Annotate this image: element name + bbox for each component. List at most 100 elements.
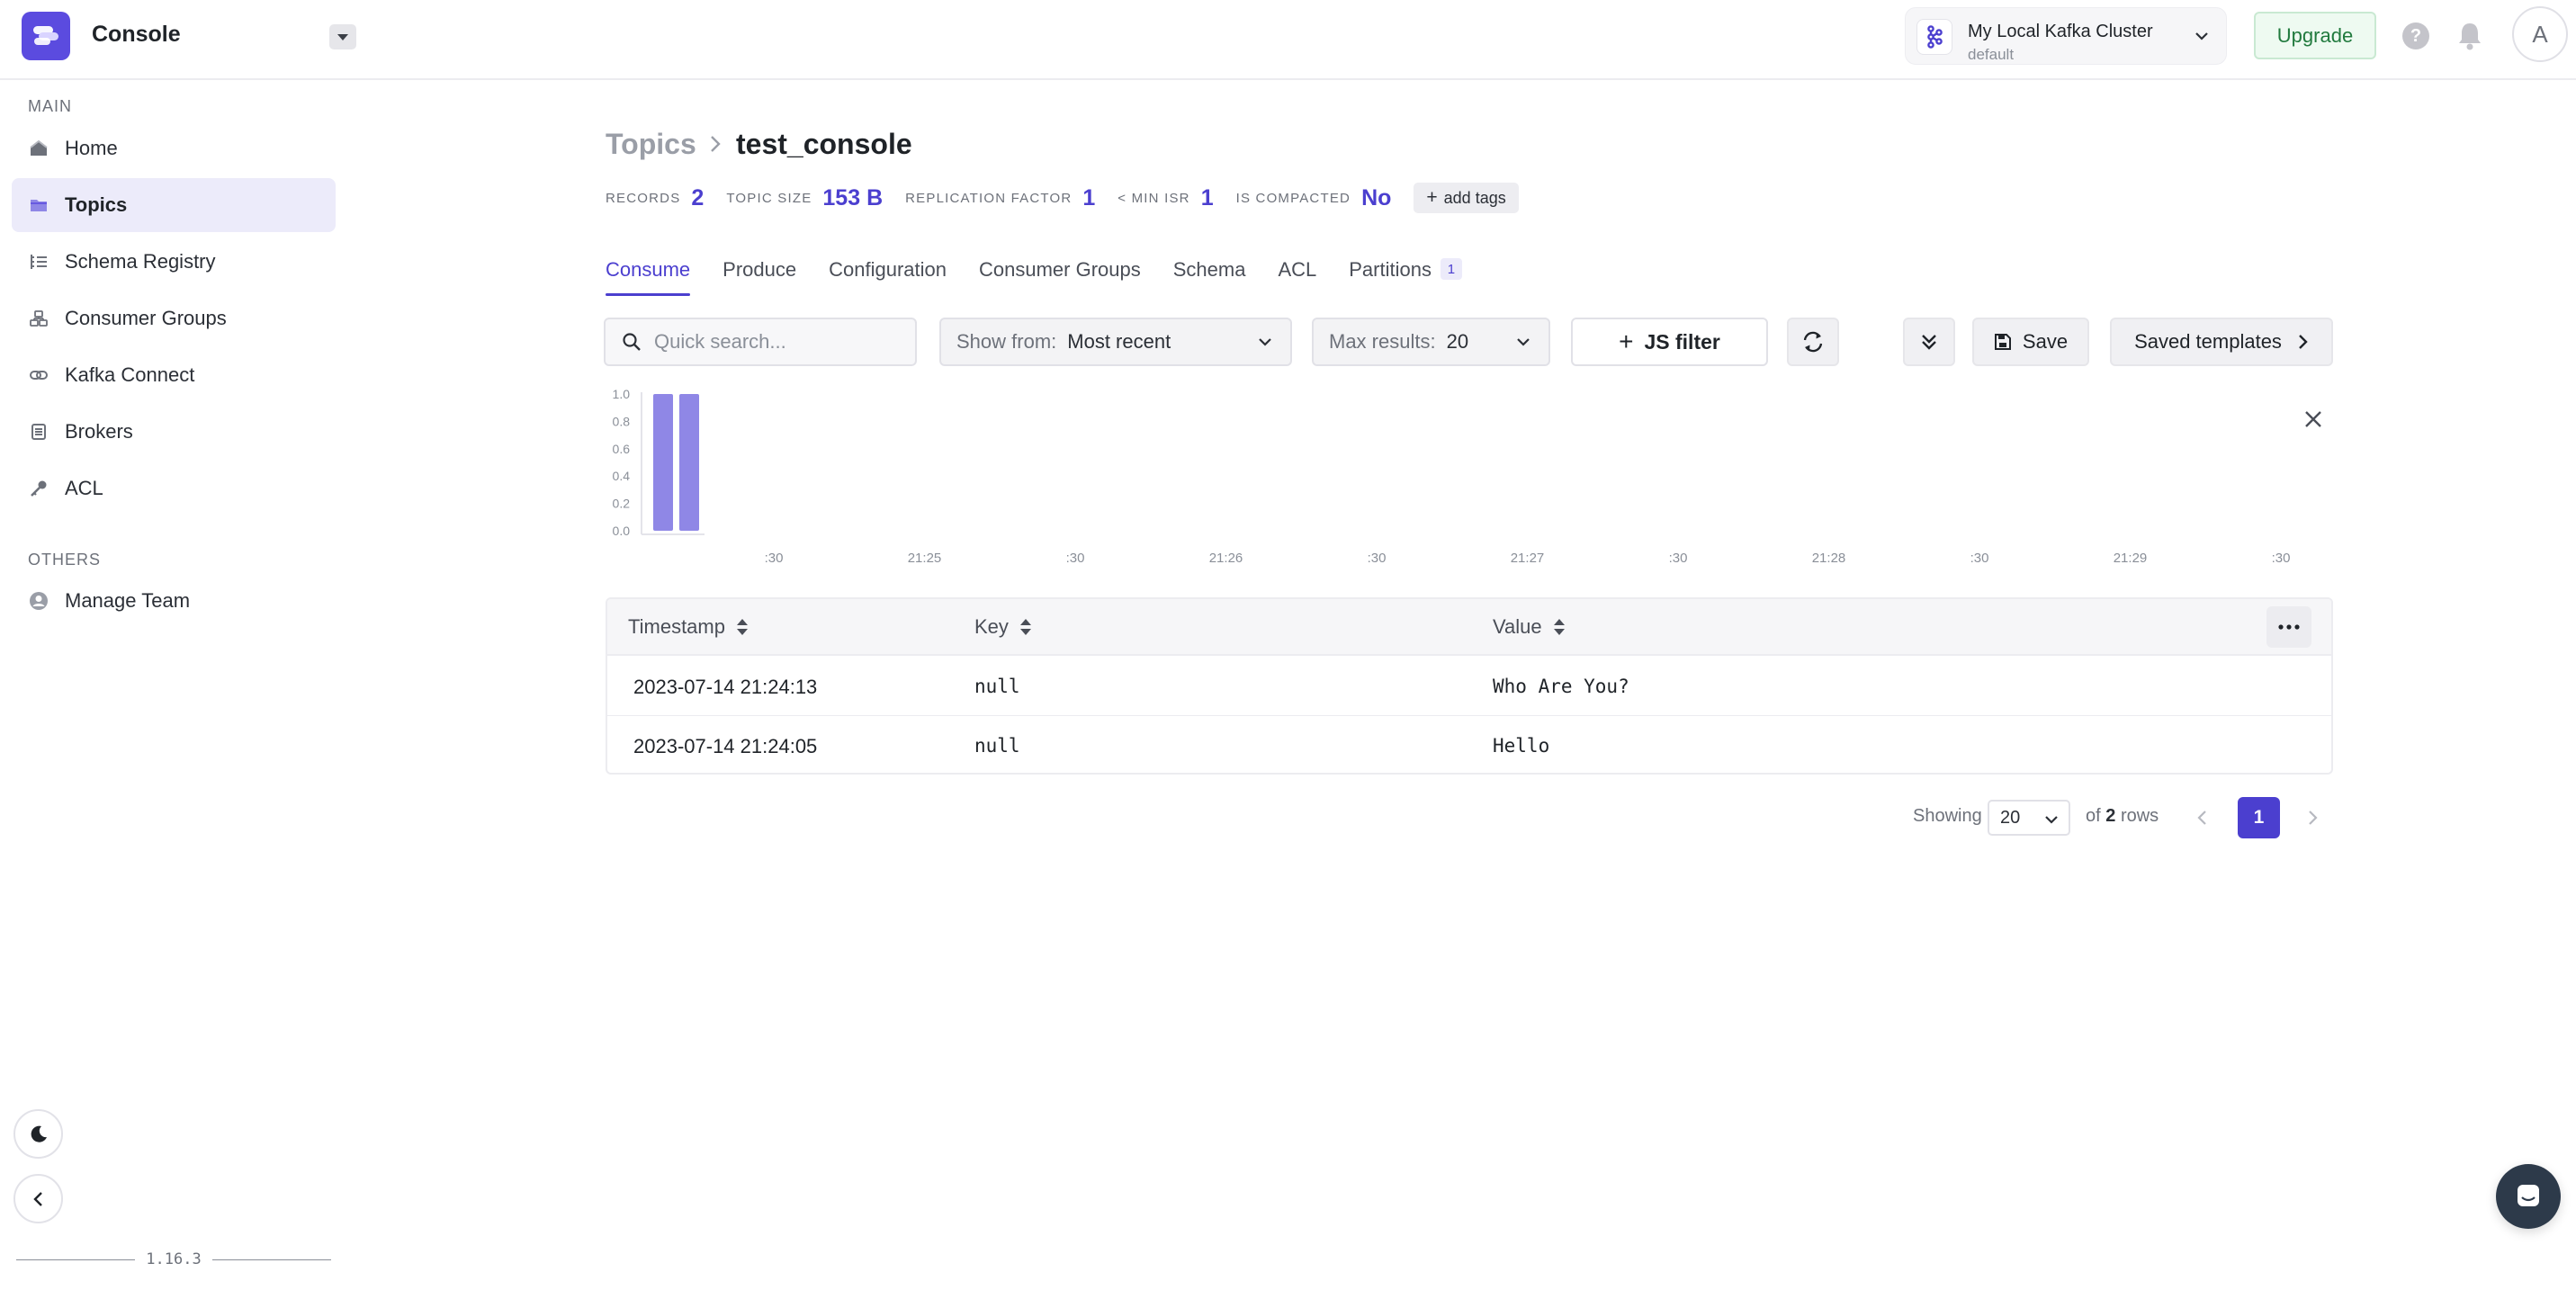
tab-produce[interactable]: Produce [723,255,796,296]
schema-registry-icon [28,251,49,273]
cell-key: null [974,676,1020,697]
sidebar-item-label: Kafka Connect [65,363,195,386]
column-header-timestamp[interactable]: Timestamp [628,615,749,639]
search-icon [623,333,641,351]
show-from-select[interactable]: Show from: Most recent [939,318,1292,366]
sort-icon [736,619,748,635]
add-tags-label: add tags [1443,188,1506,207]
consumer-groups-icon [28,308,49,329]
help-icon[interactable]: ? [2402,22,2429,49]
table-row[interactable]: 2023-07-14 21:24:05 null Hello [607,716,2331,773]
show-from-value: Most recent [1067,330,1171,353]
save-button[interactable]: Save [1972,318,2089,366]
add-tags-button[interactable]: + add tags [1414,183,1519,213]
pagination-total-rows: 2 [2105,806,2116,826]
close-icon[interactable] [2300,406,2327,433]
chevron-down-icon [2195,32,2208,40]
sidebar-item-label: Topics [65,193,128,216]
tab-configuration[interactable]: Configuration [829,255,947,296]
top-bar: Console My Local Kafka Cluster default U… [0,0,2576,80]
y-tick-label: 0.8 [613,414,631,428]
user-icon [28,590,49,612]
cluster-selector[interactable]: My Local Kafka Cluster default [1905,7,2227,65]
page-size-select[interactable]: 20 [1988,800,2070,836]
saved-templates-button[interactable]: Saved templates [2110,318,2333,366]
sidebar-item-acl[interactable]: ACL [12,461,336,515]
next-page-button[interactable] [2294,800,2330,836]
messages-table: Timestamp Key Value 2023-07-14 21:24:13 … [606,597,2333,775]
y-tick-label: 0.4 [613,469,631,483]
page-title: test_console [736,128,912,160]
kafka-connect-icon [28,364,49,386]
table-header: Timestamp Key Value [607,599,2331,656]
brokers-icon [28,421,49,443]
previous-page-button[interactable] [2185,800,2221,836]
plus-icon: + [1619,327,1634,355]
moon-icon [31,1125,47,1142]
chat-icon [2518,1185,2539,1206]
y-tick-label: 0.6 [613,442,631,456]
x-tick-label: :30 [1970,551,1989,566]
dark-mode-toggle[interactable] [13,1109,63,1159]
kafka-icon [1916,19,1952,55]
column-settings-button[interactable] [2266,606,2311,648]
tab-schema[interactable]: Schema [1173,255,1246,296]
x-tick-label: :30 [2272,551,2291,566]
cell-value: Hello [1493,735,1550,757]
column-header-key[interactable]: Key [974,615,1032,639]
breadcrumb-topics-link[interactable]: Topics [606,128,696,161]
cluster-name: My Local Kafka Cluster [1968,22,2153,41]
collapse-sidebar-button[interactable] [13,1174,63,1223]
x-tick-label: 21:28 [1812,551,1846,566]
user-avatar[interactable]: A [2512,6,2568,62]
chevron-right-icon [2299,335,2308,349]
search-placeholder: Quick search... [654,330,786,353]
stat-value-records: 2 [691,184,705,211]
console-logo-icon[interactable] [22,12,70,60]
sidebar-item-manage-team[interactable]: Manage Team [12,574,336,628]
js-filter-label: JS filter [1644,329,1720,354]
floppy-disk-icon [1994,334,2011,350]
max-results-value: 20 [1446,330,1469,353]
support-chat-button[interactable] [2496,1164,2561,1229]
tab-consumer-groups[interactable]: Consumer Groups [979,255,1141,296]
sidebar-item-home[interactable]: Home [12,121,336,175]
upgrade-button[interactable]: Upgrade [2254,12,2376,59]
js-filter-button[interactable]: + JS filter [1571,318,1768,366]
app-menu-dropdown[interactable] [329,24,356,49]
sidebar: MAIN Home Topics Schema Registry Consume… [0,82,345,1290]
quick-search-input[interactable]: Quick search... [604,318,917,366]
x-tick-label: 21:29 [2114,551,2148,566]
refresh-button[interactable] [1787,318,1839,366]
sidebar-item-label: Home [65,137,118,159]
column-header-value[interactable]: Value [1493,615,1566,639]
tab-consume[interactable]: Consume [606,255,691,296]
pagination-showing-label: Showing [1913,806,1982,826]
sort-icon [1553,619,1565,635]
expand-collapse-button[interactable] [1903,318,1955,366]
max-results-select[interactable]: Max results: 20 [1312,318,1550,366]
table-row[interactable]: 2023-07-14 21:24:13 null Who Are You? [607,657,2331,716]
sidebar-item-consumer-groups[interactable]: Consumer Groups [12,291,336,345]
column-label: Key [974,615,1009,638]
sidebar-section-main: MAIN [28,97,72,115]
tab-partitions-label: Partitions [1349,258,1432,281]
bell-icon[interactable] [2455,20,2485,52]
chevron-left-icon [2197,811,2206,825]
partitions-count-badge: 1 [1440,258,1462,280]
home-icon [28,138,49,159]
sidebar-item-schema-registry[interactable]: Schema Registry [12,235,336,289]
sidebar-item-label: Brokers [65,420,133,443]
stat-label-min-isr: < MIN ISR [1117,190,1190,206]
sidebar-item-topics[interactable]: Topics [12,178,336,232]
topics-icon [28,194,49,216]
sidebar-item-brokers[interactable]: Brokers [12,405,336,459]
sidebar-item-label: ACL [65,477,103,499]
double-chevron-down-icon [1922,335,1936,350]
y-tick-label: 0.2 [613,497,631,511]
tab-acl[interactable]: ACL [1278,255,1316,296]
page-button-current[interactable]: 1 [2238,797,2280,838]
sidebar-item-kafka-connect[interactable]: Kafka Connect [12,348,336,402]
tab-partitions[interactable]: Partitions 1 [1349,255,1462,296]
topic-tabs: Consume Produce Configuration Consumer G… [606,255,1494,296]
